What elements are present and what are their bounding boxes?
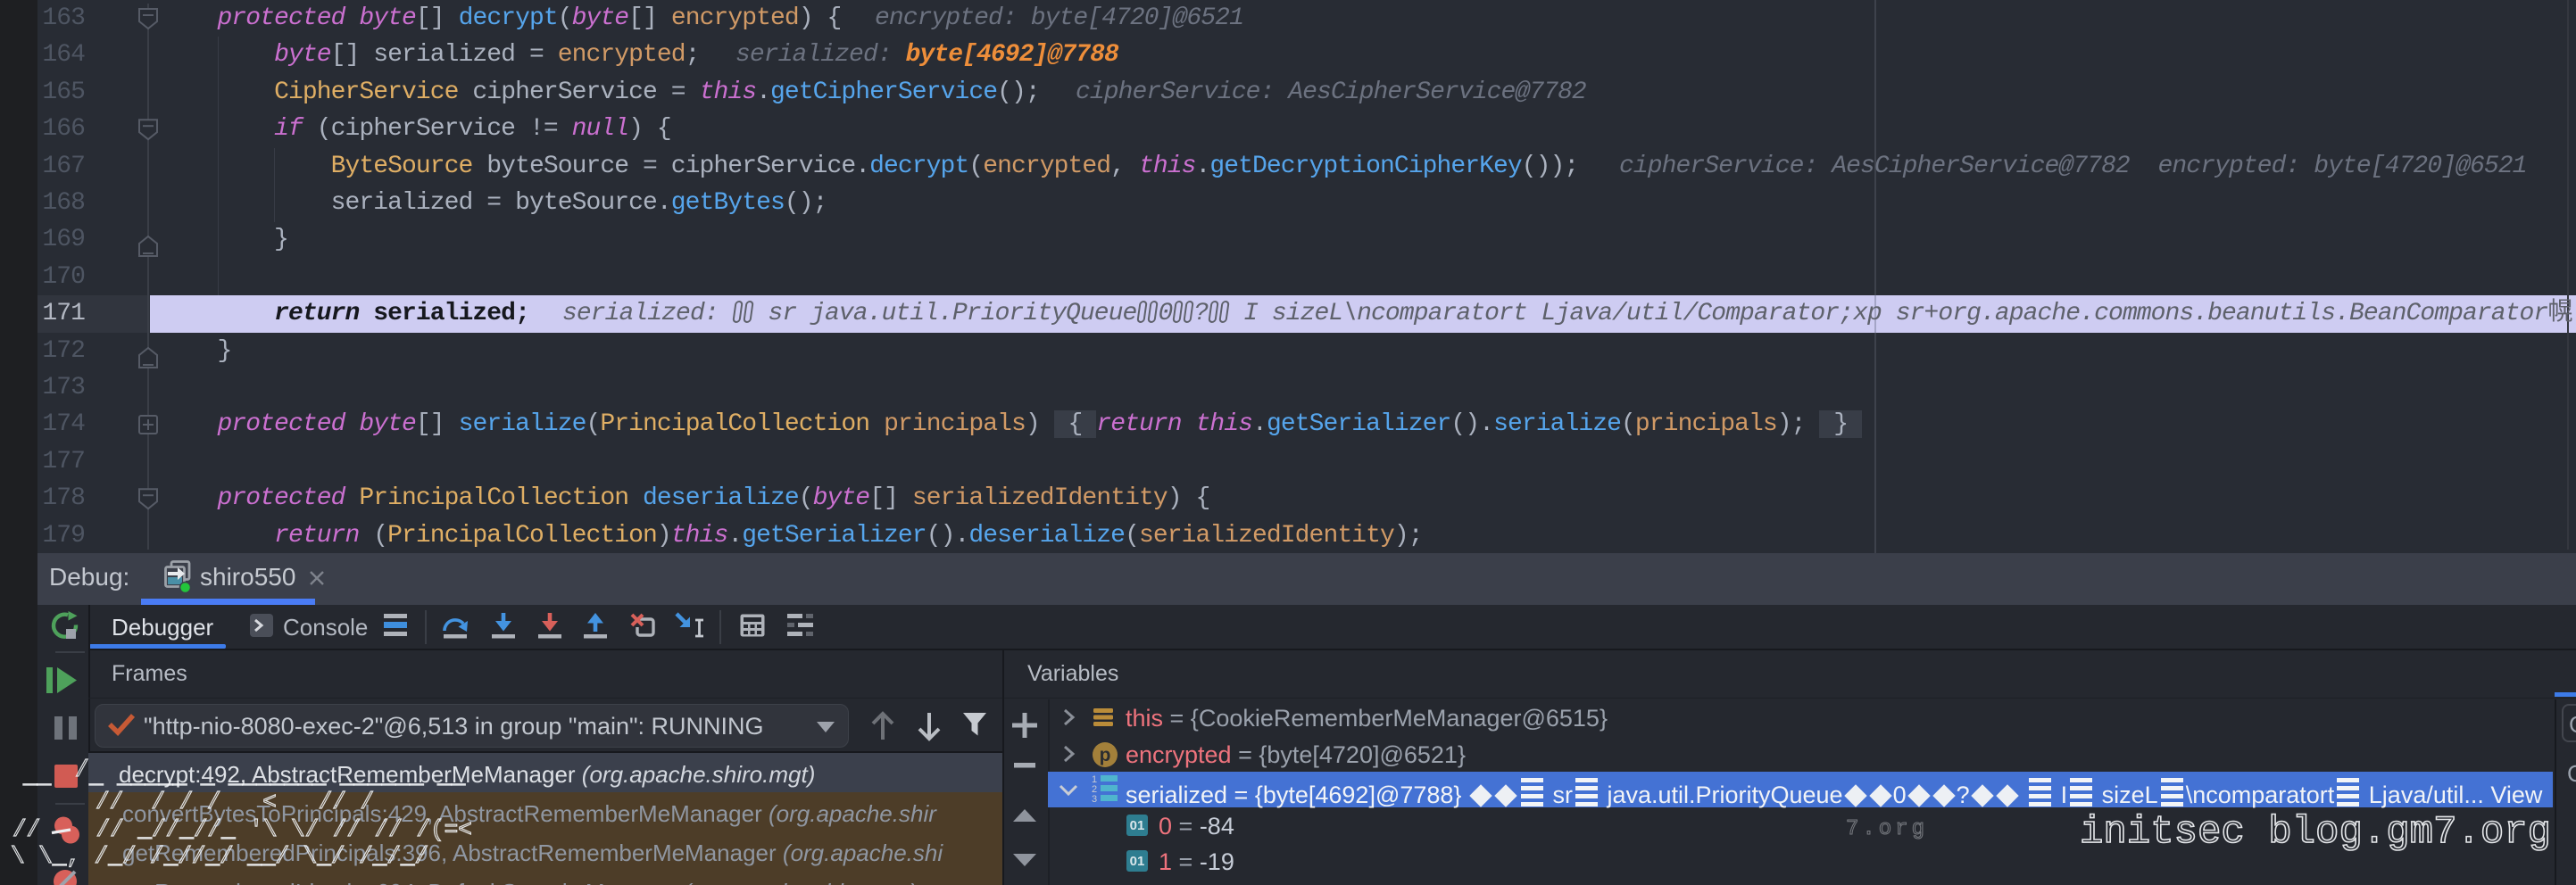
svg-text:p: p: [1100, 745, 1111, 765]
svg-text:01: 01: [1130, 818, 1145, 833]
svg-text:3: 3: [1092, 794, 1097, 803]
svg-text:01: 01: [1130, 854, 1145, 869]
